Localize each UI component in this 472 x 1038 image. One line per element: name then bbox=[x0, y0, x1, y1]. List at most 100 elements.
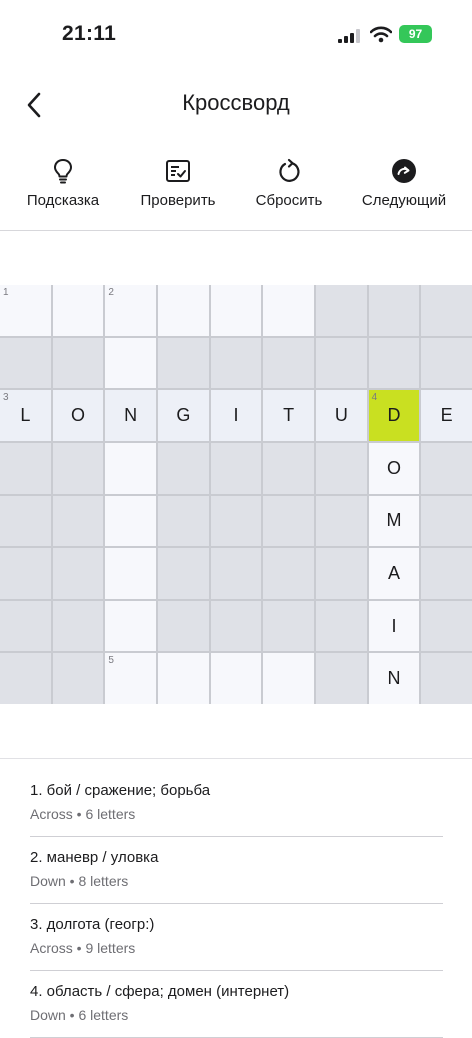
next-icon bbox=[392, 159, 416, 183]
cell-letter: N bbox=[387, 668, 401, 689]
grid-block-cell bbox=[421, 495, 472, 547]
grid-cell[interactable] bbox=[52, 285, 104, 336]
grid-cell-active[interactable]: 4D bbox=[368, 390, 420, 441]
grid-block-cell bbox=[210, 495, 262, 547]
grid-block-cell bbox=[368, 285, 420, 336]
reset-icon bbox=[279, 158, 300, 182]
clue-list: 1. бой / сражение; борьба Across • 6 let… bbox=[30, 770, 443, 1038]
grid-block-cell bbox=[316, 548, 367, 599]
hint-button[interactable]: Подсказка bbox=[8, 150, 118, 209]
grid-block-cell bbox=[368, 337, 420, 389]
check-button[interactable]: Проверить bbox=[123, 150, 233, 209]
grid-cell[interactable] bbox=[105, 442, 156, 494]
cell-letter: N bbox=[124, 405, 138, 426]
grid-cell[interactable]: O bbox=[52, 390, 104, 441]
grid-cell[interactable]: 3L bbox=[0, 390, 51, 441]
grid-cell[interactable]: M bbox=[368, 495, 420, 547]
grid-block-cell bbox=[210, 548, 262, 599]
clue-number: 2 bbox=[108, 287, 114, 298]
lightbulb-icon bbox=[54, 159, 72, 184]
grid-block-cell bbox=[52, 495, 104, 547]
grid-cell[interactable]: O bbox=[368, 442, 420, 494]
cell-letter: T bbox=[283, 405, 295, 426]
cell-letter: G bbox=[176, 405, 191, 426]
wifi-icon bbox=[370, 26, 392, 43]
next-button[interactable]: Следующий bbox=[349, 150, 459, 209]
grid-cell[interactable] bbox=[263, 285, 314, 336]
grid-block-cell bbox=[0, 495, 51, 547]
cell-letter: O bbox=[386, 457, 401, 478]
grid-cell[interactable]: G bbox=[158, 390, 209, 441]
clue-number: 3 bbox=[3, 392, 9, 404]
grid-block-cell bbox=[316, 337, 367, 389]
grid-block-cell bbox=[0, 548, 51, 599]
grid-cell[interactable] bbox=[210, 285, 262, 336]
grid-cell[interactable]: T bbox=[263, 390, 314, 441]
grid-block-cell bbox=[210, 442, 262, 494]
grid-block-cell bbox=[158, 442, 209, 494]
clue-meta: Across • 9 letters bbox=[30, 940, 136, 956]
grid-block-cell bbox=[421, 653, 472, 704]
battery-level: 97 bbox=[408, 27, 423, 41]
grid-block-cell bbox=[158, 548, 209, 599]
grid-block-cell bbox=[263, 337, 314, 389]
grid-block-cell bbox=[158, 495, 209, 547]
grid-block-cell bbox=[263, 495, 314, 547]
grid-block-cell bbox=[52, 653, 104, 704]
check-label: Проверить bbox=[140, 192, 216, 209]
grid-block-cell bbox=[0, 600, 51, 652]
cell-letter: U bbox=[334, 405, 348, 426]
grid-cell[interactable] bbox=[158, 653, 209, 704]
grid-divider bbox=[0, 758, 472, 759]
clue-meta: Down • 8 letters bbox=[30, 873, 129, 889]
grid-cell[interactable]: 5 bbox=[105, 653, 156, 704]
grid-cell[interactable]: N bbox=[368, 653, 420, 704]
cell-letter: O bbox=[70, 405, 85, 426]
clue-item[interactable]: 4. область / сфера; домен (интернет) Dow… bbox=[30, 971, 443, 1038]
toolbar: Подсказка Проверить Сбросить Следующий bbox=[0, 150, 472, 220]
grid-block-cell bbox=[0, 653, 51, 704]
toolbar-divider bbox=[0, 230, 472, 231]
grid-block-cell bbox=[421, 285, 472, 336]
grid-cell[interactable] bbox=[158, 285, 209, 336]
clue-item[interactable]: 2. маневр / уловка Down • 8 letters bbox=[30, 837, 443, 904]
grid-block-cell bbox=[316, 600, 367, 652]
clue-text: 3. долгота (геогр:) bbox=[30, 916, 155, 933]
grid-cell[interactable]: A bbox=[368, 548, 420, 599]
clue-meta: Across • 6 letters bbox=[30, 806, 136, 822]
clue-item[interactable]: 3. долгота (геогр:) Across • 9 letters bbox=[30, 904, 443, 971]
grid-block-cell bbox=[52, 548, 104, 599]
grid-cell[interactable] bbox=[105, 548, 156, 599]
grid-cell[interactable] bbox=[105, 495, 156, 547]
clue-text: 1. бой / сражение; борьба bbox=[30, 782, 211, 799]
grid-block-cell bbox=[52, 600, 104, 652]
grid-block-cell bbox=[421, 548, 472, 599]
grid-cell[interactable] bbox=[263, 653, 314, 704]
cell-letter: A bbox=[387, 562, 400, 583]
grid-cell[interactable]: I bbox=[210, 390, 262, 441]
reset-label: Сбросить bbox=[255, 192, 323, 209]
grid-cell[interactable] bbox=[210, 653, 262, 704]
grid-block-cell bbox=[316, 653, 367, 704]
grid-cell[interactable]: 2 bbox=[105, 285, 156, 336]
clue-item[interactable]: 1. бой / сражение; борьба Across • 6 let… bbox=[30, 770, 443, 837]
crossword-grid: 1 2 3L O N G I T U 4D E O M A I 5 N bbox=[0, 285, 472, 704]
grid-cell[interactable]: 1 bbox=[0, 285, 51, 336]
grid-block-cell bbox=[0, 442, 51, 494]
grid-cell[interactable]: N bbox=[105, 390, 156, 441]
battery-indicator: 97 bbox=[399, 25, 432, 43]
grid-cell[interactable] bbox=[105, 337, 156, 389]
clue-number: 1 bbox=[3, 287, 9, 298]
clue-text: 4. область / сфера; домен (интернет) bbox=[30, 983, 290, 1000]
grid-cell[interactable]: E bbox=[421, 390, 472, 441]
grid-block-cell bbox=[421, 600, 472, 652]
grid-block-cell bbox=[210, 600, 262, 652]
grid-cell[interactable]: I bbox=[368, 600, 420, 652]
grid-block-cell bbox=[52, 337, 104, 389]
grid-block-cell bbox=[158, 337, 209, 389]
grid-cell[interactable] bbox=[105, 600, 156, 652]
reset-button[interactable]: Сбросить bbox=[234, 150, 344, 209]
grid-block-cell bbox=[316, 285, 367, 336]
grid-cell[interactable]: U bbox=[316, 390, 367, 441]
grid-block-cell bbox=[316, 495, 367, 547]
